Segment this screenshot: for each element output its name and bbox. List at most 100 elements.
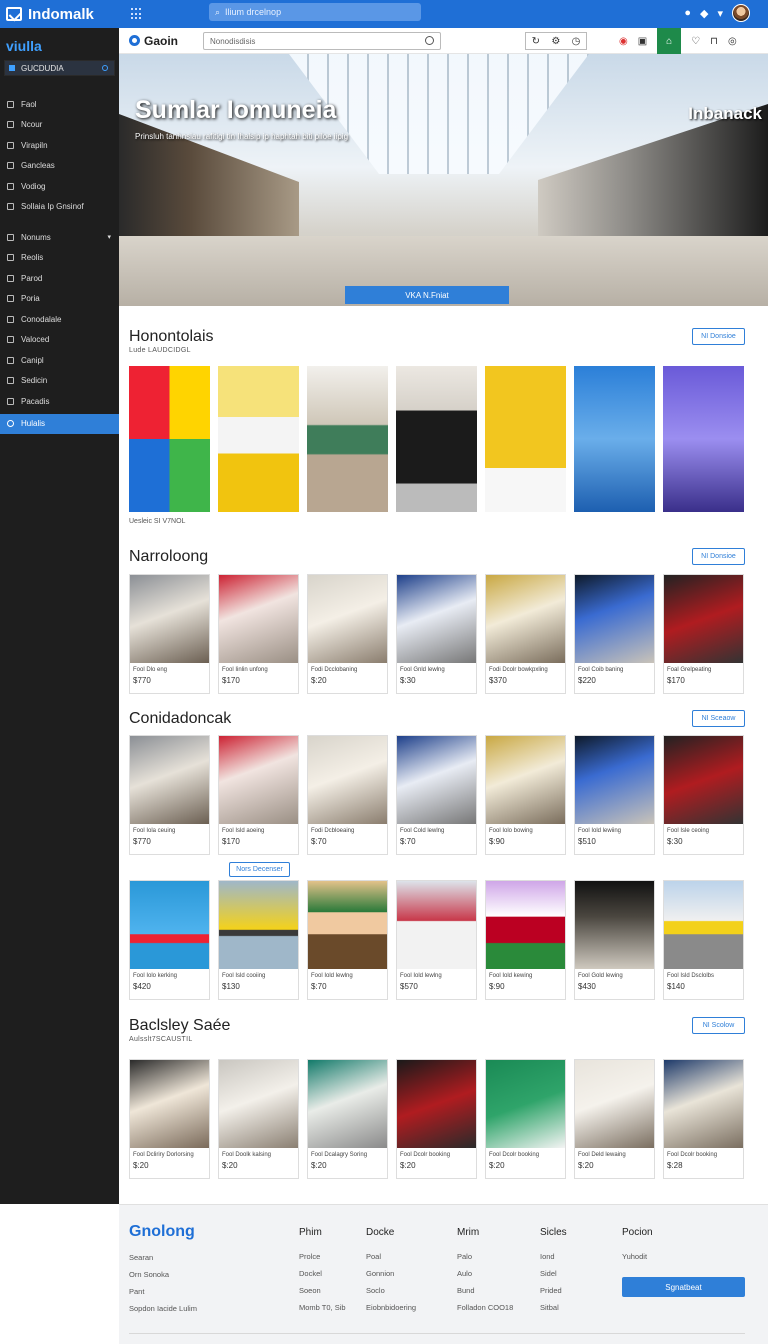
product-card[interactable]: Fodi Dcolr bowkpxling $370: [485, 574, 566, 694]
product-image[interactable]: [308, 736, 387, 824]
product-image[interactable]: [486, 1060, 565, 1148]
product-image[interactable]: [130, 1060, 209, 1148]
sidebar-item[interactable]: Valoced: [0, 330, 119, 351]
avatar[interactable]: [732, 4, 750, 22]
sidebar-item[interactable]: Virapiln: [0, 135, 119, 156]
product-card[interactable]: Fool Coib baning $220: [574, 574, 655, 694]
hero-cta-button[interactable]: VKA N.Fniat: [345, 286, 509, 304]
sidebar-active-item[interactable]: GUCDUDIA: [4, 60, 115, 76]
product-image[interactable]: [664, 575, 743, 663]
product-image[interactable]: [219, 881, 298, 969]
product-card[interactable]: Fool Iinlin unfong $170: [218, 574, 299, 694]
sidebar-item[interactable]: Poria: [0, 289, 119, 310]
product-card[interactable]: Fool Iolo kerking $420: [129, 880, 210, 1000]
product-card[interactable]: Fool Iold kewing $:90: [485, 880, 566, 1000]
product-image[interactable]: [130, 575, 209, 663]
product-card[interactable]: Fool Iold lewlng $:70: [307, 880, 388, 1000]
footer-link[interactable]: Gonnion: [366, 1269, 416, 1278]
sub-logo[interactable]: Gaoin: [119, 34, 203, 48]
notification-icon[interactable]: ●: [684, 7, 691, 19]
product-image[interactable]: [308, 575, 387, 663]
product-card[interactable]: Fool Isld Dsclolbs $140: [663, 880, 744, 1000]
product-card[interactable]: Fool Dcolr booking $:28: [663, 1059, 744, 1179]
product-image[interactable]: [575, 881, 654, 969]
product-card[interactable]: Fool Dcalagry Soring $:20: [307, 1059, 388, 1179]
top-search-input[interactable]: ⌕ Ilium drcelnop: [209, 3, 421, 21]
footer-link[interactable]: Sopdon Iacide Lulim: [129, 1304, 197, 1313]
sidebar-item[interactable]: Reolis: [0, 248, 119, 269]
product-image[interactable]: [397, 881, 476, 969]
footer-signup-button[interactable]: Sgnatbeat: [622, 1277, 745, 1297]
featured-tile[interactable]: [129, 366, 210, 512]
sidebar-item[interactable]: Pacadis: [0, 391, 119, 412]
footer-link[interactable]: Palo: [457, 1252, 513, 1261]
product-card[interactable]: Fool Dlo eng $770: [129, 574, 210, 694]
sidebar-item[interactable]: Nonums ▾: [0, 227, 119, 248]
footer-link[interactable]: Sidel: [540, 1269, 567, 1278]
section-mid-button[interactable]: Nors Decenser: [229, 862, 290, 877]
featured-tile[interactable]: [574, 366, 655, 512]
apps-grid-icon[interactable]: [131, 8, 143, 20]
bag-button[interactable]: ⌂: [657, 28, 682, 54]
footer-link[interactable]: Momb T0, Sib: [299, 1303, 346, 1312]
product-card[interactable]: Fool Cold lewlng $:70: [396, 735, 477, 855]
footer-link[interactable]: Prided: [540, 1286, 567, 1295]
product-card[interactable]: Fool Dcliriry Dorlorsing $:20: [129, 1059, 210, 1179]
sidebar-item[interactable]: Sollaia Ip Gnsinof: [0, 197, 119, 218]
sidebar-item[interactable]: Conodalale: [0, 309, 119, 330]
product-image[interactable]: [664, 881, 743, 969]
footer-link[interactable]: Yuhodit: [622, 1252, 653, 1261]
main-search-input[interactable]: Nonodisdisis: [203, 32, 441, 50]
clock-icon[interactable]: ◷: [572, 36, 581, 47]
footer-link[interactable]: Prolce: [299, 1252, 346, 1261]
footer-link[interactable]: Eiobnbidoering: [366, 1303, 416, 1312]
product-card[interactable]: Fool Isld cooiing $130: [218, 880, 299, 1000]
section-more-button[interactable]: NI Scolow: [692, 1017, 745, 1034]
user-icon[interactable]: ◆: [700, 7, 708, 20]
footer-link[interactable]: Soeon: [299, 1286, 346, 1295]
sidebar-item-selected[interactable]: Hulalis: [0, 413, 119, 434]
featured-tile[interactable]: [396, 366, 477, 512]
dropdown-icon[interactable]: ▾: [717, 7, 723, 20]
product-card[interactable]: Fodi Dcclobaning $:20: [307, 574, 388, 694]
footer-link[interactable]: Iond: [540, 1252, 567, 1261]
product-image[interactable]: [219, 736, 298, 824]
product-card[interactable]: Fool Iola ceuing $770: [129, 735, 210, 855]
product-card[interactable]: Fool Iold lewlng $570: [396, 880, 477, 1000]
footer-link[interactable]: Dockel: [299, 1269, 346, 1278]
product-card[interactable]: Fool Dcolr booking $:20: [396, 1059, 477, 1179]
chevron-down-icon[interactable]: ▾: [107, 233, 111, 241]
section-more-button[interactable]: NI Sceaow: [692, 710, 745, 727]
sidebar-item[interactable]: Gancleas: [0, 156, 119, 177]
bookmark-icon[interactable]: ⊓: [710, 36, 718, 47]
product-card[interactable]: Fool Isld aoeing $170: [218, 735, 299, 855]
sidebar-item[interactable]: Ncour: [0, 115, 119, 136]
sidebar-item[interactable]: Faol: [0, 94, 119, 115]
settings-icon[interactable]: ⚙: [551, 36, 560, 47]
product-image[interactable]: [308, 1060, 387, 1148]
footer-logo[interactable]: Gnolong: [129, 1223, 195, 1241]
product-image[interactable]: [397, 1060, 476, 1148]
footer-link[interactable]: Folladon COO18: [457, 1303, 513, 1312]
product-image[interactable]: [397, 575, 476, 663]
footer-link[interactable]: Sitbal: [540, 1303, 567, 1312]
product-image[interactable]: [308, 881, 387, 969]
featured-tile[interactable]: [485, 366, 566, 512]
product-image[interactable]: [486, 575, 565, 663]
product-card[interactable]: Fool Doolk kalsing $:20: [218, 1059, 299, 1179]
product-image[interactable]: [575, 1060, 654, 1148]
footer-link[interactable]: Bund: [457, 1286, 513, 1295]
product-image[interactable]: [664, 736, 743, 824]
product-card[interactable]: Fool Isle ceoing $:30: [663, 735, 744, 855]
qr-icon[interactable]: ▣: [638, 36, 647, 47]
featured-tile[interactable]: [663, 366, 744, 512]
product-image[interactable]: [575, 736, 654, 824]
sidebar-item[interactable]: Canipl: [0, 350, 119, 371]
search-icon[interactable]: [425, 36, 434, 45]
featured-tile[interactable]: [307, 366, 388, 512]
product-card[interactable]: Fool Gnld lewlng $:30: [396, 574, 477, 694]
product-card[interactable]: Fool Iold lewiing $510: [574, 735, 655, 855]
featured-tile[interactable]: [218, 366, 299, 512]
product-image[interactable]: [486, 881, 565, 969]
footer-link[interactable]: Poal: [366, 1252, 416, 1261]
